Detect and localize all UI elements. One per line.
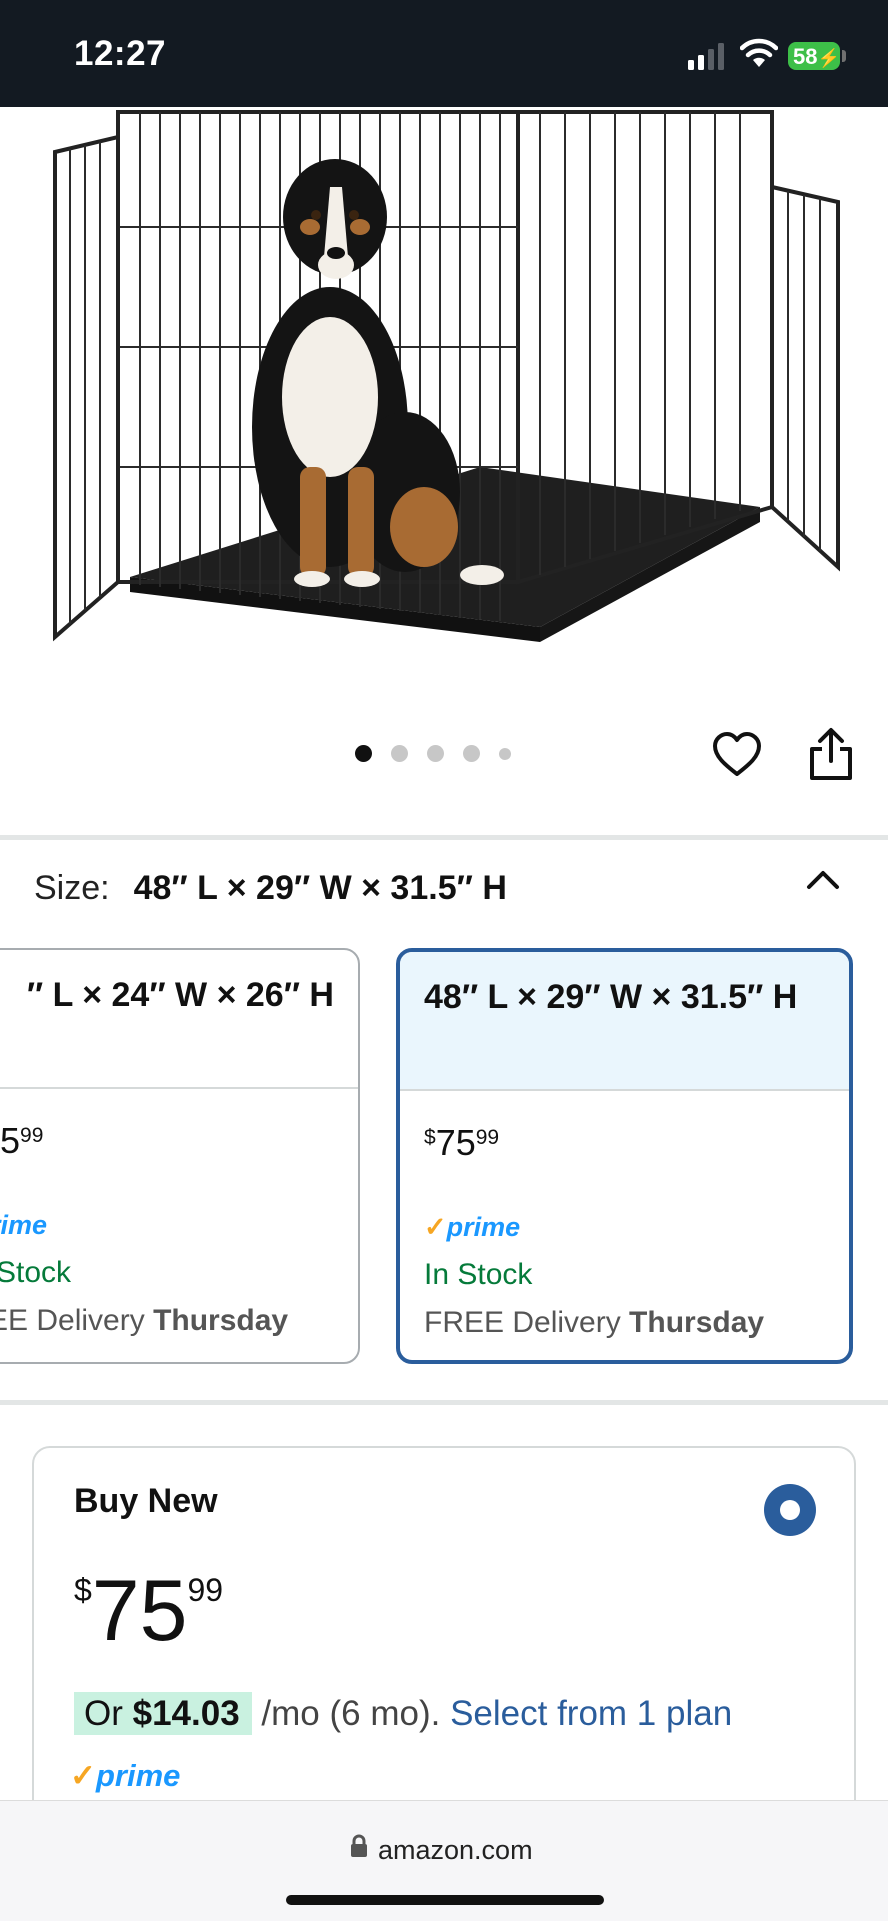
buy-new-box[interactable]: Buy New $7599 Or $14.03 /mo (6 mo). Sele…: [32, 1446, 856, 1846]
size-option-header: ″ L × 24″ W × 26″ H: [0, 950, 358, 1089]
heart-icon[interactable]: [712, 730, 762, 780]
pagination-dot[interactable]: [391, 745, 408, 762]
home-indicator[interactable]: [286, 1895, 604, 1905]
size-option-price: 599: [0, 1120, 44, 1161]
status-time: 12:27: [74, 34, 167, 73]
chevron-up-icon[interactable]: [806, 868, 840, 890]
pagination-dot[interactable]: [427, 745, 444, 762]
buy-new-title: Buy New: [74, 1482, 218, 1520]
battery-level: 58⚡: [793, 44, 840, 69]
wifi-icon: [740, 38, 778, 67]
size-option-title: ″ L × 24″ W × 26″ H: [26, 976, 334, 1014]
delivery-info: FREE Delivery Thursday: [424, 1306, 765, 1339]
buy-new-radio[interactable]: [764, 1484, 816, 1536]
status-bar: 12:27 58⚡: [0, 0, 888, 107]
product-image[interactable]: [0, 107, 888, 667]
pagination-dot[interactable]: [463, 745, 480, 762]
size-option-card-selected[interactable]: 48″ L × 29″ W × 31.5″ H $7599 ✓prime In …: [396, 948, 853, 1364]
section-divider: [0, 835, 888, 840]
size-option-card[interactable]: ″ L × 24″ W × 26″ H 599 rime Stock EE De…: [0, 948, 360, 1364]
buy-price: $7599: [74, 1563, 224, 1659]
dog-crate-illustration: [53, 110, 840, 642]
size-option-header: 48″ L × 29″ W × 31.5″ H: [400, 952, 849, 1091]
size-label: Size:: [34, 869, 110, 907]
section-divider: [0, 1400, 888, 1405]
cellular-signal-icon: [688, 43, 724, 70]
size-selector-header[interactable]: Size: 48″ L × 29″ W × 31.5″ H: [34, 869, 507, 908]
browser-address-bar[interactable]: amazon.com: [0, 1800, 888, 1921]
pagination-dot[interactable]: [355, 745, 372, 762]
select-plan-link[interactable]: Select from 1 plan: [450, 1694, 732, 1733]
image-pagination-dots[interactable]: [355, 745, 511, 762]
installment-plan: Or $14.03 /mo (6 mo). Select from 1 plan: [74, 1692, 732, 1735]
share-icon[interactable]: [806, 727, 856, 782]
size-value: 48″ L × 29″ W × 31.5″ H: [133, 869, 507, 907]
prime-badge: rime: [0, 1210, 48, 1240]
pagination-dot[interactable]: [499, 747, 511, 760]
delivery-info: EE Delivery Thursday: [0, 1304, 289, 1337]
stock-status: In Stock: [424, 1258, 533, 1291]
size-option-price: $7599: [424, 1122, 500, 1163]
prime-badge: ✓prime: [70, 1758, 181, 1793]
size-option-title: 48″ L × 29″ W × 31.5″ H: [424, 978, 798, 1016]
battery-cap: [842, 50, 846, 62]
prime-badge: ✓prime: [424, 1212, 521, 1242]
stock-status: Stock: [0, 1256, 72, 1289]
lock-icon: [351, 1834, 367, 1857]
installment-highlight: Or $14.03: [74, 1692, 252, 1735]
installment-terms: /mo (6 mo).: [261, 1694, 441, 1733]
prime-check-icon: ✓: [70, 1758, 96, 1793]
url-text[interactable]: amazon.com: [378, 1835, 533, 1866]
prime-check-icon: ✓: [424, 1212, 447, 1242]
